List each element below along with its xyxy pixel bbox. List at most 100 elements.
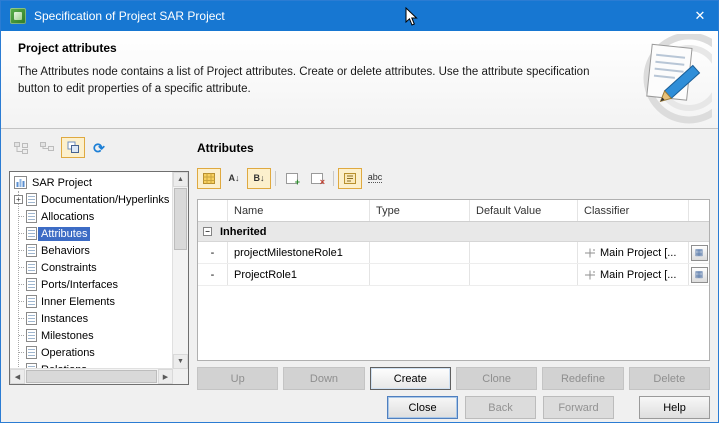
name-cell[interactable]: ProjectRole1 (228, 264, 370, 285)
up-button[interactable]: Up (197, 367, 278, 390)
show-inherited-button[interactable] (338, 168, 362, 189)
part-icon (584, 269, 596, 280)
close-button[interactable]: Close (387, 396, 458, 419)
collapse-minus-icon[interactable]: − (203, 227, 212, 236)
tree-item-instances[interactable]: Instances (10, 310, 173, 327)
edit-cell-button[interactable]: abc (363, 168, 387, 189)
tree-item-label: Instances (38, 312, 91, 326)
attribute-actions: Up Down Create Clone Redefine Delete (197, 367, 710, 390)
inherited-group-row[interactable]: − Inherited (198, 222, 709, 242)
abc-icon: abc (368, 173, 383, 184)
scroll-left-icon[interactable]: ◀ (10, 369, 25, 384)
edit-column-header (689, 200, 709, 221)
horizontal-scroll-thumb[interactable] (26, 370, 157, 383)
scroll-right-icon[interactable]: ▶ (158, 369, 173, 384)
tree-item-label: Attributes (38, 227, 90, 241)
refresh-icon: ⟳ (93, 141, 105, 155)
edit-cell: ▦ (689, 264, 709, 285)
main-area: ⟳ SAR Project + Documentation/Hyperlinks (1, 129, 718, 422)
back-button[interactable]: Back (465, 396, 536, 419)
document-icon (26, 312, 37, 325)
add-nested-button[interactable]: + (280, 168, 304, 189)
sort-by-type-button[interactable]: B↓ (247, 168, 271, 189)
tree-item-allocations[interactable]: Allocations (10, 208, 173, 225)
visibility-cell: - (198, 264, 228, 285)
stacked-squares-icon (67, 141, 80, 154)
tree-expand-icon (14, 142, 28, 154)
type-cell[interactable] (370, 242, 470, 263)
table-header-row: Name Type Default Value Classifier (198, 200, 709, 222)
edit-grid-icon: ▦ (695, 247, 704, 258)
page-title: Project attributes (18, 41, 718, 55)
document-icon (26, 329, 37, 342)
project-icon (14, 176, 27, 189)
default-value-cell[interactable] (470, 242, 578, 263)
tree-item-documentation-hyperlinks[interactable]: + Documentation/Hyperlinks (10, 191, 173, 208)
name-column-header[interactable]: Name (228, 200, 370, 221)
scroll-down-icon[interactable]: ▼ (173, 354, 188, 369)
tree-item-label: Constraints (38, 261, 100, 275)
tree-item-ports-interfaces[interactable]: Ports/Interfaces (10, 276, 173, 293)
close-icon[interactable]: ✕ (682, 1, 718, 31)
name-cell[interactable]: projectMilestoneRole1 (228, 242, 370, 263)
specification-button[interactable]: ▦ (691, 245, 708, 261)
add-grid-icon: + (286, 173, 298, 184)
icon-column-header[interactable] (198, 200, 228, 221)
down-button[interactable]: Down (283, 367, 364, 390)
remove-nested-button[interactable]: × (305, 168, 329, 189)
document-icon (26, 244, 37, 257)
remove-grid-icon: × (311, 173, 323, 184)
tree-item-behaviors[interactable]: Behaviors (10, 242, 173, 259)
help-button[interactable]: Help (639, 396, 710, 419)
page-description: The Attributes node contains a list of P… (18, 64, 618, 99)
tree-item-attributes[interactable]: Attributes (10, 225, 173, 242)
window-title: Specification of Project SAR Project (34, 9, 225, 23)
forward-button[interactable]: Forward (543, 396, 614, 419)
specification-button[interactable]: ▦ (691, 267, 708, 283)
tree-item-milestones[interactable]: Milestones (10, 327, 173, 344)
refresh-button[interactable]: ⟳ (87, 137, 111, 158)
classifier-cell[interactable]: Main Project [... (578, 242, 689, 263)
titlebar[interactable]: Specification of Project SAR Project ✕ (1, 1, 718, 31)
delete-button[interactable]: Delete (629, 367, 710, 390)
default-value-column-header[interactable]: Default Value (470, 200, 578, 221)
table-row[interactable]: - ProjectRole1 Main Project [... ▦ (198, 264, 709, 286)
tree-item-label: Documentation/Hyperlinks (38, 193, 172, 207)
sort-alphabetically-button[interactable]: A↓ (222, 168, 246, 189)
classifier-cell[interactable]: Main Project [... (578, 264, 689, 285)
classifier-value: Main Project [... (600, 269, 676, 281)
tree-vertical-scrollbar[interactable]: ▲ ▼ (172, 172, 188, 369)
collapse-node-button[interactable] (35, 137, 59, 158)
expand-node-button[interactable] (9, 137, 33, 158)
tree-item-inner-elements[interactable]: Inner Elements (10, 293, 173, 310)
tree-item-operations[interactable]: Operations (10, 344, 173, 361)
columns-grid-icon (203, 173, 215, 184)
tree-item-label: Milestones (38, 329, 97, 343)
type-column-header[interactable]: Type (370, 200, 470, 221)
header: Project attributes The Attributes node c… (1, 31, 718, 129)
scroll-up-icon[interactable]: ▲ (173, 172, 188, 187)
create-button[interactable]: Create (370, 367, 451, 390)
type-cell[interactable] (370, 264, 470, 285)
tree-item-label: Operations (38, 346, 98, 360)
attributes-table: Name Type Default Value Classifier − Inh… (197, 199, 710, 361)
tree-item-label: Behaviors (38, 244, 93, 258)
table-row[interactable]: - projectMilestoneRole1 Main Project [..… (198, 242, 709, 264)
tree-item-sar-project[interactable]: SAR Project (10, 174, 173, 191)
classifier-value: Main Project [... (600, 247, 676, 259)
show-structure-button[interactable] (61, 137, 85, 158)
show-columns-button[interactable] (197, 168, 221, 189)
default-value-cell[interactable] (470, 264, 578, 285)
tree-horizontal-scrollbar[interactable]: ◀ ▶ (10, 368, 173, 384)
classifier-column-header[interactable]: Classifier (578, 200, 689, 221)
expand-plus-icon[interactable]: + (14, 195, 23, 204)
tree-item-constraints[interactable]: Constraints (10, 259, 173, 276)
tree-item-label: Inner Elements (38, 295, 118, 309)
tree-toolbar: ⟳ (9, 137, 111, 158)
vertical-scroll-thumb[interactable] (174, 188, 187, 250)
panel-title: Attributes (197, 141, 254, 155)
clone-button[interactable]: Clone (456, 367, 537, 390)
document-icon (26, 193, 37, 206)
app-icon (10, 8, 26, 24)
redefine-button[interactable]: Redefine (542, 367, 623, 390)
